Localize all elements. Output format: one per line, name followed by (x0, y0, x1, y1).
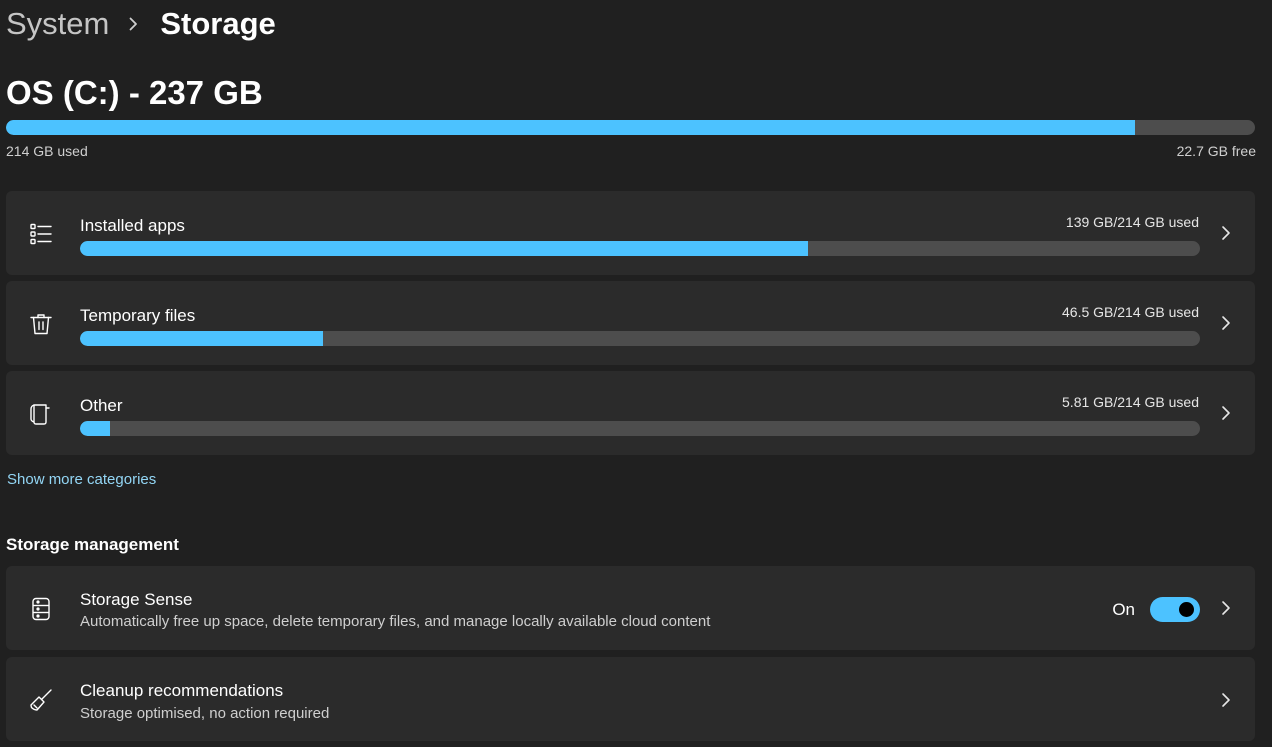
category-label: Other (80, 396, 123, 415)
cleanup-title: Cleanup recommendations (80, 681, 284, 700)
trash-icon (28, 311, 54, 337)
storage-sense-title: Storage Sense (80, 590, 193, 609)
show-more-categories-link[interactable]: Show more categories (7, 471, 156, 488)
drive-free-label: 22.7 GB free (1176, 143, 1256, 159)
category-installed-apps[interactable]: Installed apps 139 GB/214 GB used (6, 191, 1255, 275)
breadcrumb: System Storage (6, 2, 276, 46)
drive-usage-bar (6, 120, 1255, 135)
storage-sense-toggle[interactable] (1150, 597, 1200, 622)
chevron-right-icon (1221, 225, 1231, 241)
storage-sense-state: On (1112, 600, 1135, 619)
category-usage: 139 GB/214 GB used (1065, 214, 1199, 230)
storage-sense-description: Automatically free up space, delete temp… (80, 613, 711, 630)
drive-used-label: 214 GB used (6, 143, 88, 159)
chevron-right-icon (1221, 600, 1231, 616)
page-title: Storage (160, 6, 276, 41)
chevron-right-icon (1221, 405, 1231, 421)
list-icon (28, 221, 54, 247)
category-usage-fill (80, 241, 808, 256)
cleanup-recommendations-card[interactable]: Cleanup recommendations Storage optimise… (6, 657, 1255, 741)
drive-title: OS (C:) - 237 GB (6, 74, 263, 111)
category-label: Temporary files (80, 306, 196, 325)
breadcrumb-system[interactable]: System (6, 6, 109, 42)
toggle-knob (1179, 602, 1194, 617)
document-icon (28, 401, 54, 427)
storage-drive-icon (28, 596, 54, 622)
category-usage-bar (80, 331, 1200, 346)
chevron-right-icon (129, 17, 138, 31)
cleanup-description: Storage optimised, no action required (80, 705, 330, 722)
chevron-right-icon (1221, 315, 1231, 331)
category-usage-bar (80, 421, 1200, 436)
category-label: Installed apps (80, 216, 185, 235)
category-usage: 46.5 GB/214 GB used (1062, 304, 1199, 320)
chevron-right-icon (1221, 692, 1231, 708)
storage-management-heading: Storage management (6, 535, 179, 554)
category-other[interactable]: Other 5.81 GB/214 GB used (6, 371, 1255, 455)
broom-icon (28, 687, 54, 713)
category-usage-fill (80, 421, 111, 436)
storage-sense-card[interactable]: Storage Sense Automatically free up spac… (6, 566, 1255, 650)
category-usage-bar (80, 241, 1200, 256)
category-usage: 5.81 GB/214 GB used (1062, 394, 1199, 410)
category-temporary-files[interactable]: Temporary files 46.5 GB/214 GB used (6, 281, 1255, 365)
drive-usage-fill (6, 120, 1136, 135)
category-usage-fill (80, 331, 324, 346)
